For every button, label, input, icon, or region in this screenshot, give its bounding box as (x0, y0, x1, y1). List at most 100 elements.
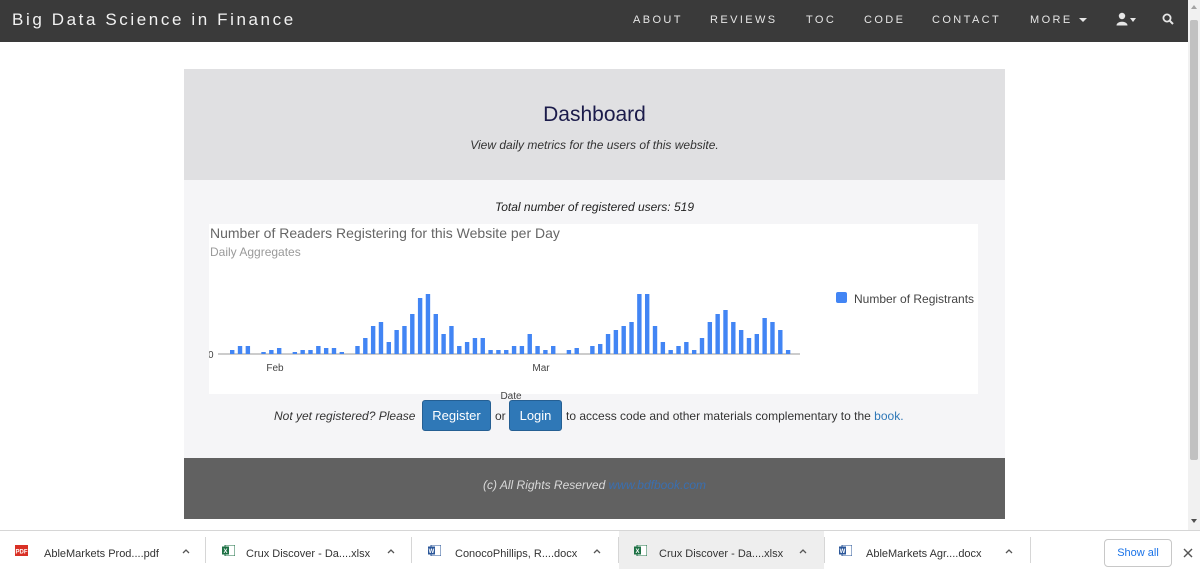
download-item[interactable]: X Crux Discover - Da....xlsx (619, 531, 824, 569)
chart-bar (629, 322, 634, 354)
chevron-up-icon[interactable] (182, 548, 190, 554)
download-filename: AbleMarkets Prod....pdf (44, 548, 159, 560)
chart-bar (386, 342, 391, 354)
download-divider (1030, 537, 1031, 563)
chart-bar (738, 330, 744, 354)
chart-bar (339, 352, 345, 354)
dashboard-header: Dashboard View daily metrics for the use… (184, 69, 1005, 180)
chart-bar (691, 350, 697, 354)
chart-bar (519, 346, 525, 354)
scrollbar-thumb[interactable] (1190, 20, 1198, 460)
download-item[interactable]: W ConocoPhillips, R....docx (412, 531, 618, 569)
chart-bar (613, 330, 619, 354)
nav-toc[interactable]: TOC (806, 14, 836, 26)
pdf-icon: PDF (15, 545, 28, 556)
register-button[interactable]: Register (422, 400, 491, 431)
chart-bar (605, 334, 611, 354)
chart-bar (543, 350, 548, 354)
download-item[interactable]: X Crux Discover - Da....xlsx (206, 531, 411, 569)
scroll-up-arrow-icon[interactable] (1191, 5, 1197, 9)
cta-or: or (495, 409, 506, 423)
nav-more-label: MORE (1030, 14, 1073, 26)
chart-bar (684, 342, 689, 354)
chart-bar (778, 330, 783, 354)
chart-bar (230, 350, 235, 354)
chart-bar (754, 334, 760, 354)
chart-bar (410, 314, 415, 354)
chart-bar (464, 342, 470, 354)
chart-bar (457, 346, 462, 354)
cta-suffix-text: to access code and other materials compl… (566, 409, 871, 423)
chart-bar (308, 350, 313, 354)
site-brand[interactable]: Big Data Science in Finance (12, 10, 296, 30)
close-icon[interactable] (1182, 547, 1194, 559)
nav-reviews[interactable]: REVIEWS (710, 14, 778, 26)
excel-icon: X (222, 545, 235, 556)
page-footer: (c) All Rights Reserved www.bdfbook.com (184, 458, 1005, 519)
download-filename: AbleMarkets Agr....docx (866, 548, 982, 560)
chart-bar (261, 352, 266, 354)
chart-bar (527, 334, 532, 354)
chart-bar (417, 298, 423, 354)
search-icon[interactable] (1162, 13, 1174, 25)
chart-bar (441, 334, 446, 354)
nav-more[interactable]: MORE (1030, 14, 1087, 26)
y-tick-label: 0 (209, 350, 214, 361)
book-link[interactable]: book. (874, 409, 903, 423)
chart-bar (566, 350, 572, 354)
dashboard-content: Total number of registered users: 519 Nu… (184, 180, 1005, 458)
chart-bar (551, 346, 556, 354)
chart-bar (425, 294, 431, 354)
chart-bar (746, 338, 752, 354)
chart-bar (504, 350, 509, 354)
nav-about[interactable]: ABOUT (633, 14, 683, 26)
chart-bar (699, 338, 705, 354)
chart-bar (598, 344, 603, 354)
word-icon: W (428, 545, 441, 556)
legend-swatch (836, 292, 847, 303)
download-item[interactable]: W AbleMarkets Agr....docx (825, 531, 1030, 569)
downloads-bar: PDF AbleMarkets Prod....pdf X Crux Disco… (0, 530, 1200, 569)
user-menu-chevron-icon[interactable] (1130, 18, 1136, 22)
chevron-up-icon[interactable] (1005, 548, 1013, 554)
chart-bar (785, 350, 791, 354)
svg-text:X: X (635, 549, 639, 555)
chart-bar (331, 348, 337, 354)
chart-bar (676, 346, 681, 354)
x-tick-label-mar: Mar (532, 363, 550, 374)
top-navbar: Big Data Science in Finance ABOUT REVIEW… (0, 0, 1188, 42)
chevron-up-icon[interactable] (799, 548, 807, 554)
chart-bar (323, 348, 329, 354)
chart-bar (590, 346, 595, 354)
chart-bar (449, 326, 454, 354)
chart-bar (621, 326, 626, 354)
chevron-up-icon[interactable] (593, 548, 601, 554)
chart-bar (316, 346, 321, 354)
show-all-button[interactable]: Show all (1104, 539, 1172, 567)
login-button[interactable]: Login (509, 400, 562, 431)
word-icon: W (839, 545, 852, 556)
footer-website-link[interactable]: www.bdfbook.com (609, 478, 706, 492)
chart-bar (488, 350, 493, 354)
chart-bar (715, 314, 720, 354)
chart-bar (394, 330, 399, 354)
chart-bar (652, 326, 658, 354)
chart-bar (245, 346, 251, 354)
scroll-down-arrow-icon[interactable] (1191, 519, 1197, 523)
chart-bar (637, 294, 642, 354)
chart-bar (300, 350, 305, 354)
download-filename: ConocoPhillips, R....docx (455, 548, 578, 560)
nav-code[interactable]: CODE (864, 14, 905, 26)
chart-bar (762, 318, 767, 354)
cta-suffix: to access code and other materials compl… (566, 409, 904, 423)
nav-contact[interactable]: CONTACT (932, 14, 1001, 26)
chart-bar (644, 294, 650, 354)
registrations-chart: Number of Readers Registering for this W… (209, 224, 978, 402)
svg-text:X: X (223, 549, 227, 555)
user-icon[interactable] (1116, 12, 1128, 26)
chart-bar (511, 346, 517, 354)
chevron-up-icon[interactable] (387, 548, 395, 554)
chart-bar (472, 338, 478, 354)
download-item[interactable]: PDF AbleMarkets Prod....pdf (0, 531, 200, 569)
chart-bar (480, 338, 485, 354)
